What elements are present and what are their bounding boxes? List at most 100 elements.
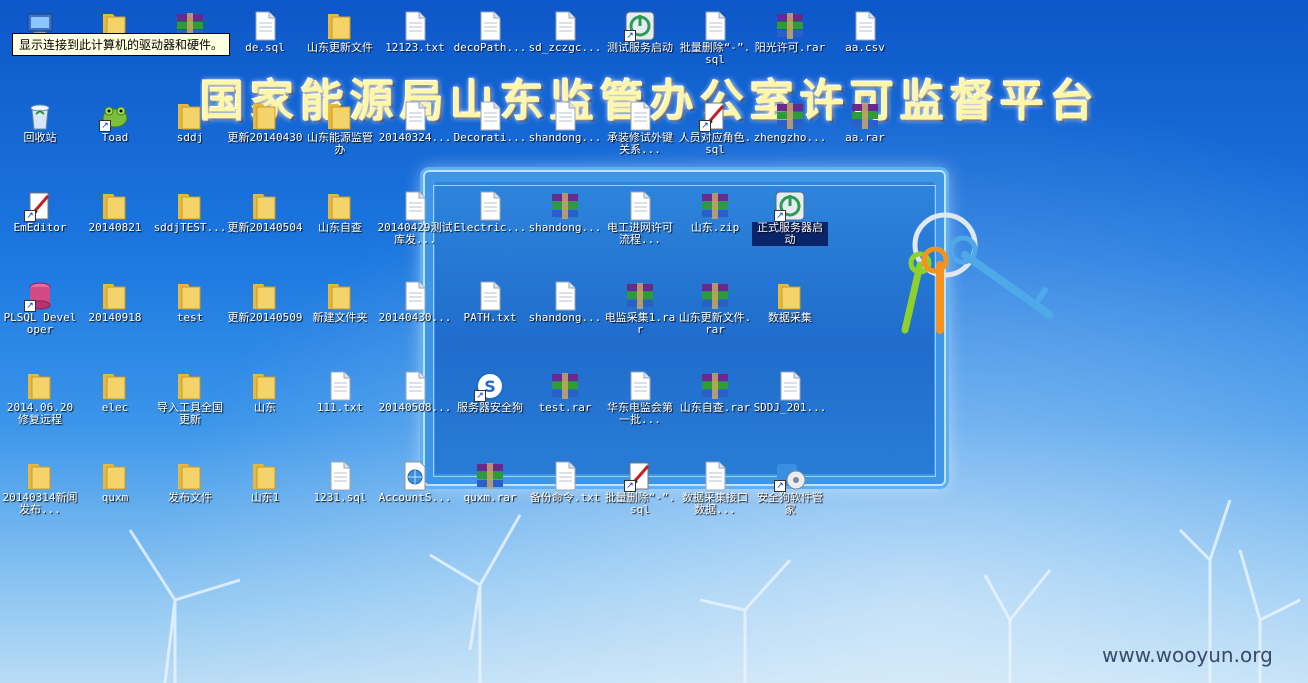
desktop-icon[interactable]: 山东.zip — [677, 184, 753, 272]
txt-file-icon — [399, 10, 431, 42]
desktop-icon-label: 阳光许可.rar — [754, 42, 826, 54]
desktop-icon[interactable]: ↗ 安全狗软件管家 — [752, 454, 828, 542]
desktop-icon[interactable]: 20140429测试库发... — [377, 184, 453, 272]
desktop-icon[interactable]: Electric... — [452, 184, 528, 272]
folder-icon — [174, 370, 206, 402]
desktop-icon[interactable]: 12123.txt — [377, 4, 453, 92]
folder-icon — [174, 460, 206, 492]
desktop-icon[interactable]: 导入工具全国更新 — [152, 364, 228, 452]
desktop-icon[interactable]: 承装修试外键关系... — [602, 94, 678, 182]
desktop-icon[interactable]: ↗ EmEditor — [2, 184, 78, 272]
desktop-icon[interactable]: AccountS... — [377, 454, 453, 542]
csv-file-icon — [849, 10, 881, 42]
desktop-icon[interactable]: 2014.06.20修复远程 — [2, 364, 78, 452]
desktop-icon-label: 12123.txt — [385, 42, 445, 54]
desktop-icon[interactable]: 20140324... — [377, 94, 453, 182]
desktop-icon[interactable]: 1231.sql — [302, 454, 378, 542]
desktop-icon[interactable]: zhengzho... — [752, 94, 828, 182]
desktop-icon-label: 批量删除“-”.sql — [679, 42, 751, 66]
desktop-icon[interactable]: aa.csv — [827, 4, 903, 92]
desktop-icon[interactable]: 山东更新文件 — [302, 4, 378, 92]
desktop-icon[interactable]: 发布文件 — [152, 454, 228, 542]
folder-icon — [99, 280, 131, 312]
desktop-icon[interactable]: 山东自查 — [302, 184, 378, 272]
desktop-icon[interactable]: 山东 — [227, 364, 303, 452]
desktop-icon[interactable]: de.sql — [227, 4, 303, 92]
desktop-icon[interactable]: 20140314新闻发布... — [2, 454, 78, 542]
desktop-icon[interactable]: ↗ 测试服务启动 — [602, 4, 678, 92]
desktop-icon-label: 华东电监会第一批... — [607, 402, 673, 426]
desktop-icon[interactable]: 更新20140504 — [227, 184, 303, 272]
desktop-icon[interactable]: 数据采集接口数据... — [677, 454, 753, 542]
folder-icon — [249, 100, 281, 132]
desktop-icon[interactable]: 华东电监会第一批... — [602, 364, 678, 452]
desktop-icon[interactable]: shandong... — [527, 274, 603, 362]
desktop-icon[interactable]: quxm — [77, 454, 153, 542]
desktop-icon-label: 批量删除“-”.sql — [604, 492, 676, 516]
desktop-icon[interactable]: ↗ PLSQL Developer — [2, 274, 78, 362]
desktop-icon[interactable]: aa.rar — [827, 94, 903, 182]
desktop-icon-label: 测试服务启动 — [607, 42, 673, 54]
desktop-icon[interactable]: 20140508... — [377, 364, 453, 452]
desktop-icon[interactable]: 山东自查.rar — [677, 364, 753, 452]
folder-icon — [174, 100, 206, 132]
desktop-icon-label: 人员对应角色.sql — [678, 132, 752, 156]
desktop-icon[interactable]: ↗ 正式服务器启动 — [752, 184, 828, 272]
desktop-icon[interactable]: 回收站 — [2, 94, 78, 182]
desktop-icon[interactable]: decoPath... — [452, 4, 528, 92]
desktop-icon-label: shandong... — [528, 222, 602, 234]
desktop-icon-label: quxm.rar — [463, 492, 517, 504]
desktop-icon[interactable]: 更新20140509 — [227, 274, 303, 362]
desktop-icon-label: PATH.txt — [463, 312, 517, 324]
desktop-icon-label: 安全狗软件管家 — [757, 492, 823, 516]
desktop-icon[interactable]: ↗ 批量删除“-”.sql — [602, 454, 678, 542]
desktop-icon-label: 数据采集 — [768, 312, 812, 324]
desktop-icon[interactable]: 111.txt — [302, 364, 378, 452]
file-icon — [474, 190, 506, 222]
tooltip: 显示连接到此计算机的驱动器和硬件。 — [12, 33, 231, 56]
desktop-icon-label: 20140508... — [378, 402, 452, 414]
desktop-icon-label: decoPath... — [453, 42, 527, 54]
desktop-icon[interactable]: 阳光许可.rar — [752, 4, 828, 92]
desktop-icon[interactable]: 电工进网许可流程... — [602, 184, 678, 272]
desktop-icon[interactable]: ↗ Toad — [77, 94, 153, 182]
sql-file-icon — [699, 10, 731, 42]
desktop-icon[interactable]: 山东更新文件.rar — [677, 274, 753, 362]
desktop-icon[interactable]: ↗ 人员对应角色.sql — [677, 94, 753, 182]
desktop-icon[interactable]: quxm.rar — [452, 454, 528, 542]
desktop-icon[interactable]: 20140918 — [77, 274, 153, 362]
desktop-icon[interactable]: 新建文件夹 — [302, 274, 378, 362]
desktop-icon[interactable]: elec — [77, 364, 153, 452]
desktop-icon[interactable]: 山东1 — [227, 454, 303, 542]
desktop-icon-label: quxm — [101, 492, 129, 504]
desktop-icon[interactable]: sddj — [152, 94, 228, 182]
desktop-icon-label: shandong... — [528, 132, 602, 144]
desktop-icon[interactable]: sd_zczgc... — [527, 4, 603, 92]
desktop-icon[interactable]: Decorati... — [452, 94, 528, 182]
desktop-icon-label: 山东自查 — [318, 222, 362, 234]
desktop-icon[interactable]: 备份命令.txt — [527, 454, 603, 542]
shortcut-arrow-icon: ↗ — [24, 210, 36, 222]
desktop-icon[interactable]: sddjTEST... — [152, 184, 228, 272]
desktop-icon[interactable]: shandong... — [527, 184, 603, 272]
desktop-icon-label: 1231.sql — [313, 492, 367, 504]
desktop-icon[interactable]: shandong... — [527, 94, 603, 182]
folder-icon — [99, 190, 131, 222]
desktop-icon[interactable]: 数据采集 — [752, 274, 828, 362]
shortcut-arrow-icon: ↗ — [24, 300, 36, 312]
desktop-icon-label: shandong... — [528, 312, 602, 324]
desktop-icon[interactable]: 山东能源监管办 — [302, 94, 378, 182]
desktop-icon-label: 山东自查.rar — [679, 402, 751, 414]
rar-icon — [624, 280, 656, 312]
desktop-icon[interactable]: PATH.txt — [452, 274, 528, 362]
desktop-icon[interactable]: test — [152, 274, 228, 362]
desktop-icon[interactable]: 20140821 — [77, 184, 153, 272]
desktop-icon[interactable]: SDDJ_201... — [752, 364, 828, 452]
desktop-icon[interactable]: test.rar — [527, 364, 603, 452]
desktop-icon[interactable]: 电监采集1.rar — [602, 274, 678, 362]
desktop-icon[interactable]: 20140430... — [377, 274, 453, 362]
keys-icon — [901, 212, 1054, 334]
desktop-icon[interactable]: S ↗ 服务器安全狗 — [452, 364, 528, 452]
desktop-icon[interactable]: 批量删除“-”.sql — [677, 4, 753, 92]
desktop-icon[interactable]: 更新20140430 — [227, 94, 303, 182]
